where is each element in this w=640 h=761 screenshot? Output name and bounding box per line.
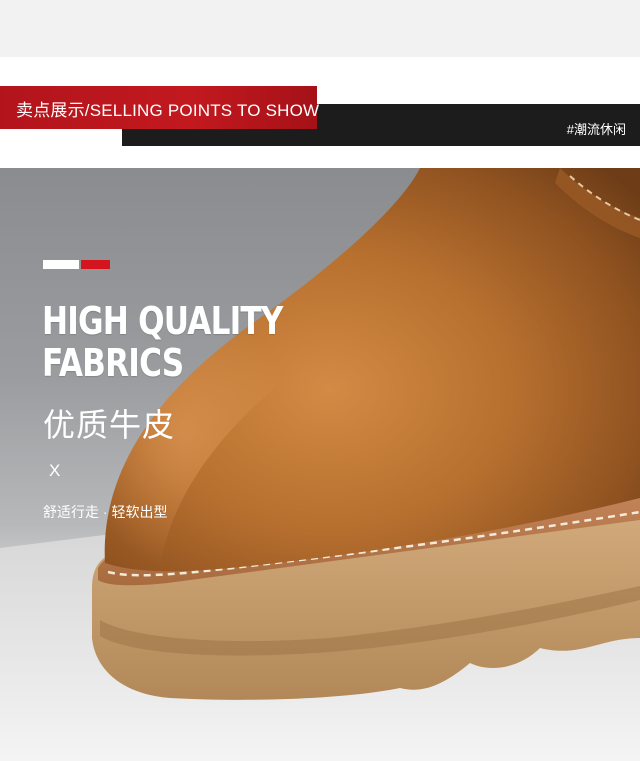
headline-line-2: FABRICS [42, 341, 184, 385]
accent-red [81, 260, 110, 269]
headline-line-1: HIGH QUALITY [42, 299, 283, 343]
feature-subtitle: 舒适行走 · 轻软出型 [43, 504, 168, 520]
feature-title-cn: 优质牛皮 [43, 407, 176, 443]
product-detail-page: 卖点展示/SELLING POINTS TO SHOW #潮流休闲 HIGH Q… [0, 0, 640, 761]
style-tag: #潮流休闲 [566, 122, 626, 137]
accent-white [43, 260, 79, 269]
separator-x: X [49, 461, 61, 480]
section-title: 卖点展示/SELLING POINTS TO SHOW [16, 101, 320, 120]
feature-headline: HIGH QUALITY FABRICS [42, 300, 283, 384]
header-red-bar: 卖点展示/SELLING POINTS TO SHOW [0, 86, 320, 129]
top-spacer [0, 0, 640, 57]
boot-illustration [0, 168, 640, 761]
hero-image [0, 168, 640, 761]
accent-stripe [43, 260, 110, 269]
